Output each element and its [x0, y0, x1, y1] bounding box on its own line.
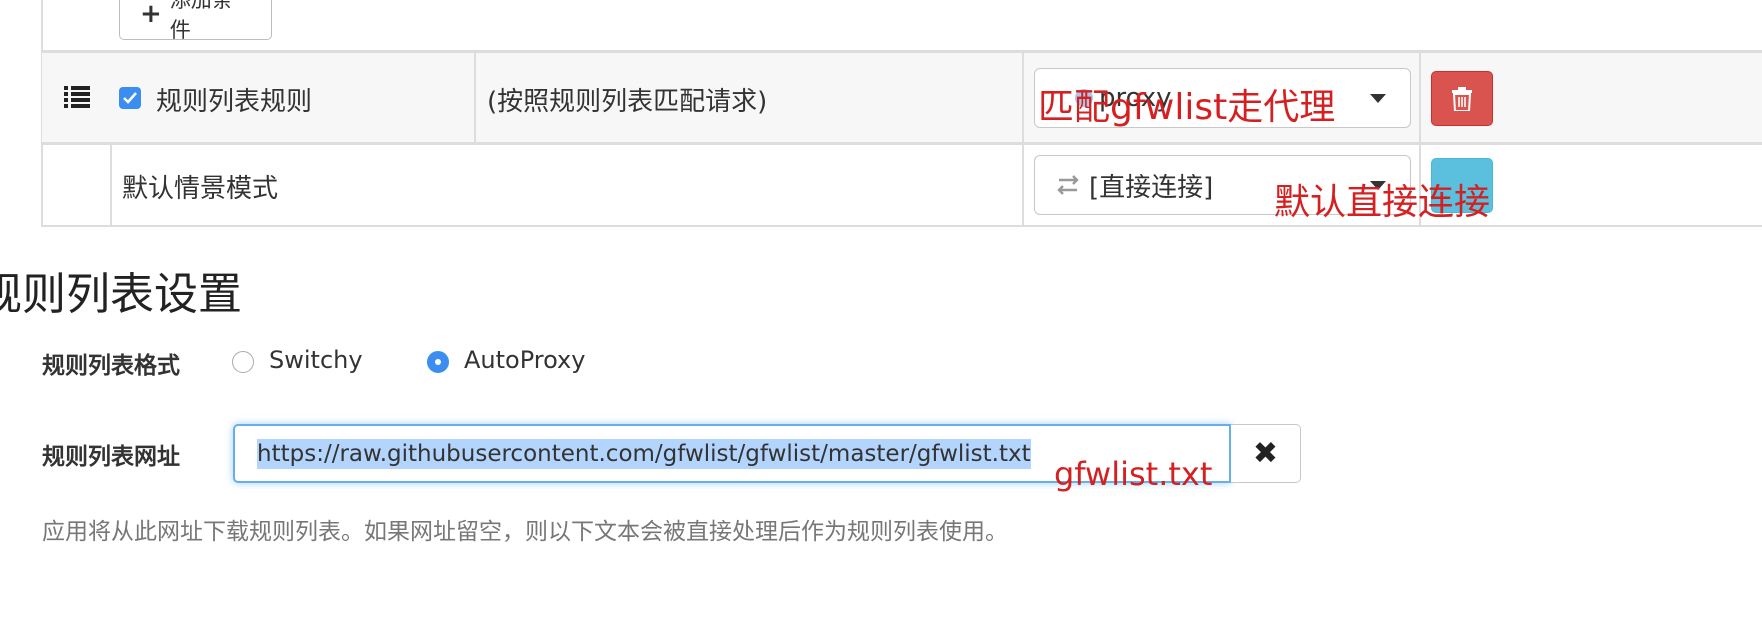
rules-table: + 添加条件 规则列表规则 (按照规则列表匹配请求) proxy 默认情景模式 … — [0, 0, 1762, 228]
check-icon — [123, 92, 137, 104]
row-divider — [41, 142, 1762, 145]
annotation-direct: 默认直接连接 — [1274, 182, 1491, 223]
default-rule-name: 默认情景模式 — [122, 174, 279, 204]
trash-icon — [1452, 86, 1472, 111]
col-divider — [1022, 52, 1024, 227]
rule-list-url-value: https://raw.githubusercontent.com/gfwlis… — [257, 438, 1031, 469]
clear-url-button[interactable]: ✖ — [1231, 424, 1301, 483]
rule-description: (按照规则列表匹配请求) — [487, 87, 768, 117]
close-icon: ✖ — [1252, 436, 1279, 471]
exchange-icon — [1057, 175, 1079, 195]
rule-name: 规则列表规则 — [156, 87, 313, 117]
add-condition-label: 添加条件 — [169, 0, 233, 42]
chevron-down-icon — [1370, 94, 1386, 103]
row-divider — [41, 50, 1762, 53]
annotation-url: gfwlist.txt — [1054, 455, 1213, 493]
col-divider — [474, 52, 476, 142]
plus-icon: + — [140, 0, 162, 29]
format-autoproxy-radio[interactable] — [427, 351, 449, 373]
format-switchy-label[interactable]: Switchy — [269, 346, 363, 374]
format-autoproxy-label[interactable]: AutoProxy — [464, 346, 585, 374]
annotation-proxy: 匹配gfwlist走代理 — [1038, 87, 1336, 128]
list-icon[interactable] — [64, 86, 90, 108]
format-label: 规则列表格式 — [42, 353, 180, 379]
section-title: 规则列表设置 — [0, 269, 242, 320]
col-divider — [110, 144, 112, 227]
url-label: 规则列表网址 — [42, 444, 180, 470]
delete-rule-button[interactable] — [1431, 71, 1493, 126]
default-profile-value: [直接连接] — [1089, 172, 1214, 203]
row-divider — [41, 225, 1762, 227]
rule-enabled-checkbox[interactable] — [119, 87, 141, 109]
add-condition-button[interactable]: + 添加条件 — [119, 0, 272, 42]
url-help-text: 应用将从此网址下载规则列表。如果网址留空，则以下文本会被直接处理后作为规则列表使… — [42, 519, 1008, 545]
format-switchy-radio[interactable] — [232, 351, 254, 373]
